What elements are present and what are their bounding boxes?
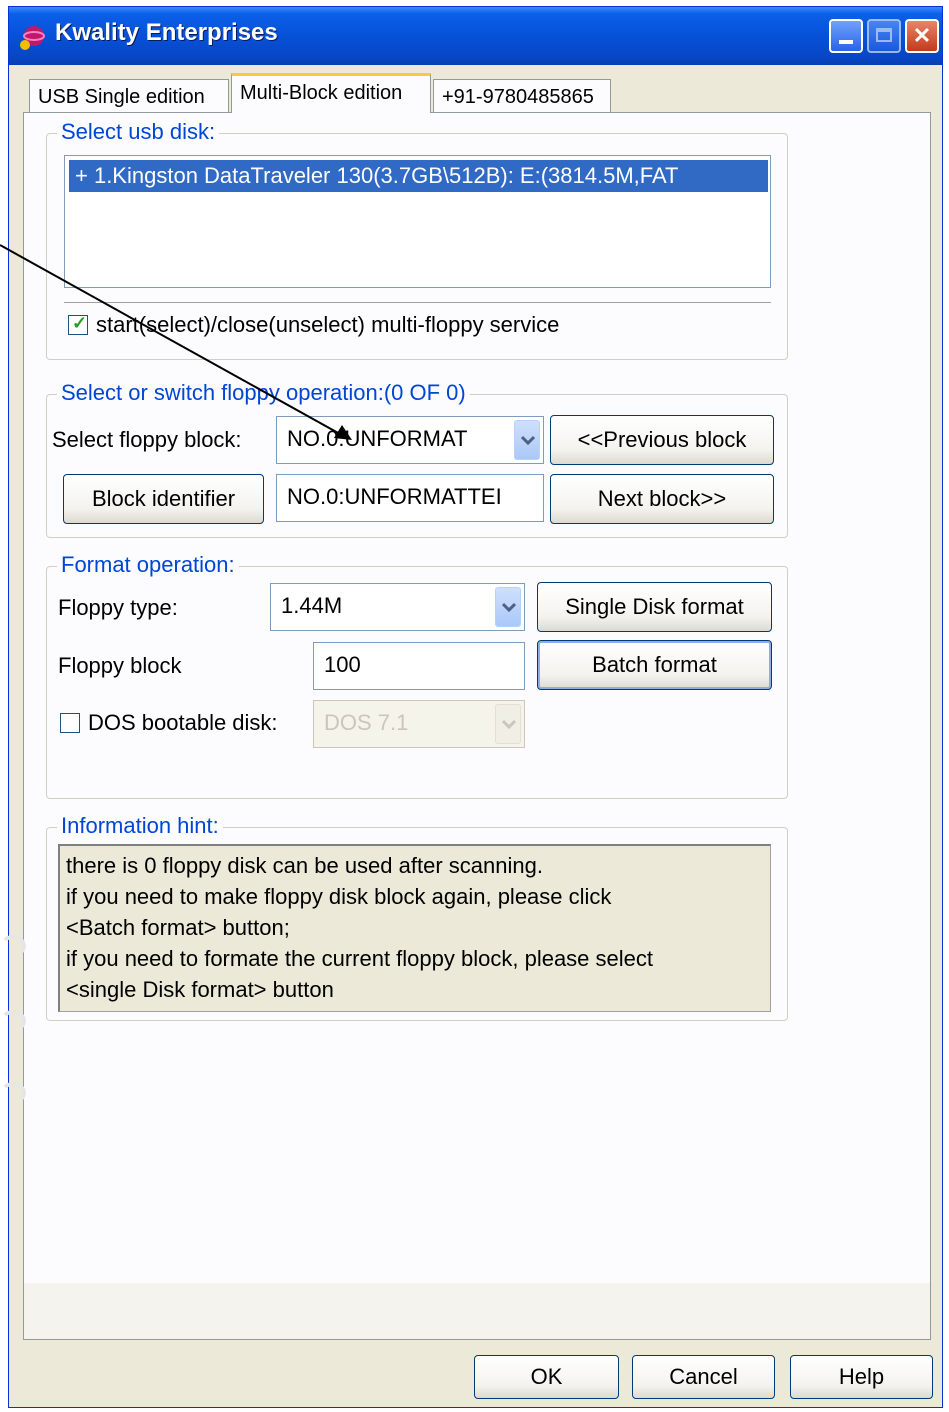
information-hint-text: there is 0 floppy disk can be used after… — [58, 844, 771, 1012]
service-checkbox[interactable]: ✓ — [68, 313, 88, 335]
block-identifier-button[interactable]: Block identifier — [63, 474, 264, 524]
tab-multi-block[interactable]: Multi-Block edition — [231, 73, 431, 113]
usb-disk-item[interactable]: + 1.Kingston DataTraveler 130(3.7GB\512B… — [69, 160, 768, 192]
maximize-button[interactable] — [867, 19, 901, 53]
minimize-button[interactable] — [829, 19, 863, 53]
dos-version-value: DOS 7.1 — [324, 710, 409, 735]
floppy-type-value: 1.44M — [281, 593, 343, 618]
close-icon: ✕ — [912, 23, 932, 48]
dos-bootable-checkbox[interactable] — [60, 713, 80, 733]
previous-block-button[interactable]: <<Previous block — [550, 415, 774, 465]
floppy-type-label: Floppy type: — [58, 595, 178, 620]
usb-disk-list[interactable]: + 1.Kingston DataTraveler 130(3.7GB\512B… — [64, 155, 771, 288]
divider — [64, 302, 771, 303]
ok-button[interactable]: OK — [474, 1355, 619, 1399]
window-title: Kwality Enterprises — [55, 19, 278, 46]
usb-disk-legend: Select usb disk: — [57, 119, 220, 145]
single-disk-format-button[interactable]: Single Disk format — [537, 582, 772, 632]
service-label[interactable]: start(select)/close(unselect) multi-flop… — [96, 312, 559, 338]
floppy-block-count-input[interactable]: 100 — [313, 642, 525, 690]
maximize-icon — [876, 28, 892, 42]
edge-decoration — [0, 1010, 26, 1032]
title-bar[interactable]: Kwality Enterprises ✕ — [9, 7, 942, 65]
block-identifier-field[interactable]: NO.0:UNFORMATTEI — [276, 474, 544, 522]
floppy-type-select[interactable]: 1.44M — [270, 583, 525, 631]
next-block-button[interactable]: Next block>> — [550, 474, 774, 524]
close-button[interactable]: ✕ — [905, 19, 939, 53]
floppy-block-select[interactable]: NO.0:UNFORMAT — [276, 416, 544, 464]
help-button[interactable]: Help — [790, 1355, 933, 1399]
format-legend: Format operation: — [57, 552, 239, 578]
edge-decoration — [0, 1082, 26, 1104]
batch-format-button[interactable]: Batch format — [537, 640, 772, 690]
chevron-down-icon[interactable] — [514, 420, 540, 460]
tab-usb-single[interactable]: USB Single edition — [29, 79, 229, 113]
panel-footer-strip — [24, 1283, 930, 1339]
checkmark-icon: ✓ — [72, 313, 88, 333]
edge-decoration — [0, 935, 26, 957]
floppy-block-label: Floppy block — [58, 653, 182, 678]
app-globe-icon — [20, 26, 45, 50]
minimize-icon — [839, 40, 853, 44]
tab-phone[interactable]: +91-9780485865 — [433, 79, 611, 113]
dos-version-select: DOS 7.1 — [313, 700, 525, 748]
floppy-switch-legend: Select or switch floppy operation:(0 OF … — [57, 380, 470, 406]
information-hint-legend: Information hint: — [57, 813, 223, 839]
chevron-down-icon — [495, 704, 521, 744]
select-floppy-label: Select floppy block: — [52, 427, 242, 452]
chevron-down-icon[interactable] — [495, 587, 521, 627]
floppy-block-select-value: NO.0:UNFORMAT — [287, 426, 468, 451]
dos-bootable-label[interactable]: DOS bootable disk: — [88, 710, 278, 736]
cancel-button[interactable]: Cancel — [632, 1355, 775, 1399]
